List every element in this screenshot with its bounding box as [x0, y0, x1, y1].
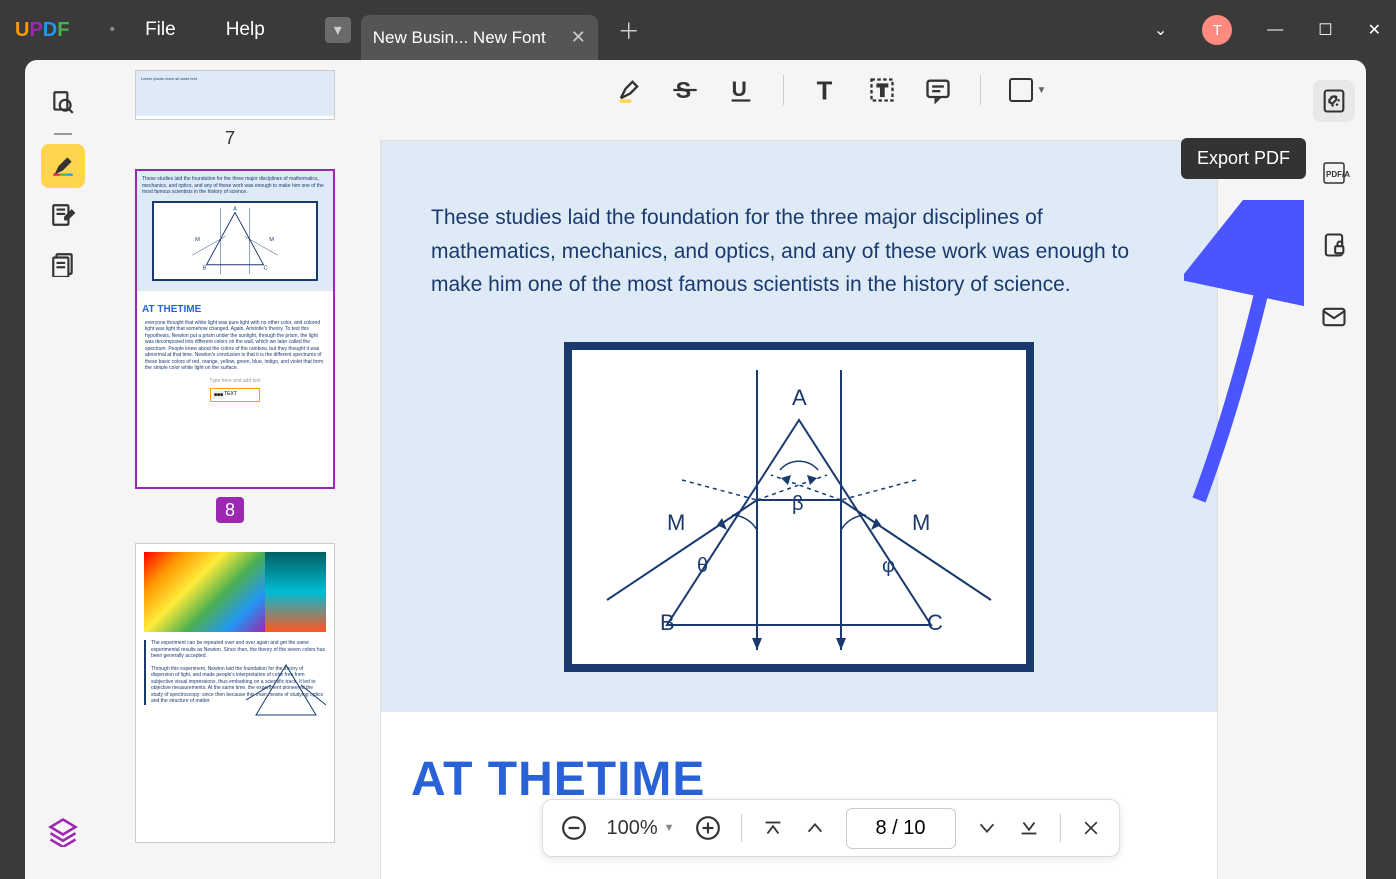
main-container: Lorem ipsum dolor sit amet text 7 These … — [25, 60, 1366, 879]
underline-icon[interactable]: U — [727, 76, 755, 104]
highlighter-icon[interactable] — [615, 76, 643, 104]
close-toolbar-button[interactable] — [1081, 818, 1101, 838]
edit-tool[interactable] — [41, 193, 85, 237]
thumbnails-panel: Lorem ipsum dolor sit amet text 7 These … — [100, 60, 360, 879]
svg-text:φ: φ — [882, 555, 895, 577]
share-button[interactable] — [1313, 296, 1355, 338]
divider-dot: • — [109, 21, 115, 39]
menu-help[interactable]: Help — [226, 19, 265, 41]
close-button[interactable]: ✕ — [1368, 20, 1381, 40]
svg-text:θ: θ — [697, 555, 708, 577]
thumbnail-number-7: 7 — [135, 128, 325, 149]
thumbnail-7[interactable]: Lorem ipsum dolor sit amet text — [135, 70, 335, 120]
export-pdf-button[interactable] — [1313, 80, 1355, 122]
last-page-button[interactable] — [1018, 817, 1040, 839]
text-icon[interactable]: T — [812, 76, 840, 104]
layers-button[interactable] — [41, 810, 85, 854]
svg-text:C: C — [264, 265, 268, 271]
export-tooltip: Export PDF — [1181, 138, 1306, 179]
app-logo: UPDF — [15, 19, 69, 42]
sidebar-separator — [54, 133, 72, 135]
title-bar: UPDF • File Help ▾ New Busin... New Font… — [0, 0, 1396, 60]
svg-text:M: M — [195, 237, 200, 243]
svg-text:A: A — [792, 385, 807, 410]
first-page-button[interactable] — [762, 817, 784, 839]
svg-text:T: T — [816, 77, 832, 104]
document-scroll[interactable]: These studies laid the foundation for th… — [360, 120, 1301, 879]
svg-text:PDF/A: PDF/A — [1326, 170, 1350, 179]
search-tool[interactable] — [41, 80, 85, 124]
document-area: S U T T ▼ These studies laid the foundat… — [360, 60, 1301, 879]
svg-text:M: M — [912, 510, 930, 535]
zoom-out-button[interactable] — [560, 815, 586, 841]
pdfa-button[interactable]: PDF/A — [1313, 152, 1355, 194]
svg-text:B: B — [203, 265, 207, 271]
minimize-button[interactable]: — — [1267, 21, 1283, 39]
intro-paragraph: These studies laid the foundation for th… — [431, 201, 1167, 302]
page-8: These studies laid the foundation for th… — [380, 140, 1218, 879]
prism-diagram: A B C M M β θ φ — [564, 342, 1034, 672]
tab-active[interactable]: New Busin... New Font ✕ — [361, 15, 598, 60]
svg-text:β: β — [792, 493, 804, 515]
thumbnail-8[interactable]: These studies laid the foundation for th… — [135, 169, 335, 489]
fill-color-button[interactable]: ▼ — [1009, 78, 1047, 102]
svg-text:T: T — [877, 82, 887, 100]
new-tab-button[interactable]: ＋ — [618, 14, 640, 46]
svg-text:M: M — [269, 237, 274, 243]
note-icon[interactable] — [924, 76, 952, 104]
highlight-tool[interactable] — [41, 144, 85, 188]
toolbar-separator — [980, 75, 981, 105]
user-avatar[interactable]: T — [1202, 15, 1232, 45]
zoom-level[interactable]: 100%▼ — [606, 817, 674, 840]
pages-tool[interactable] — [41, 242, 85, 286]
tab-title: New Busin... New Font — [373, 28, 546, 48]
textbox-icon[interactable]: T — [868, 76, 896, 104]
svg-text:M: M — [667, 510, 685, 535]
chevron-down-icon[interactable]: ⌄ — [1154, 20, 1167, 40]
svg-text:B: B — [660, 610, 675, 635]
svg-text:C: C — [927, 610, 943, 635]
right-sidebar: PDF/A — [1301, 60, 1366, 879]
left-sidebar — [25, 60, 100, 879]
page-number-input[interactable] — [846, 808, 956, 849]
next-page-button[interactable] — [976, 817, 998, 839]
tab-close-icon[interactable]: ✕ — [571, 27, 586, 48]
protect-button[interactable] — [1313, 224, 1355, 266]
svg-text:A: A — [233, 206, 237, 212]
annotation-arrow — [1184, 200, 1304, 510]
svg-text:U: U — [731, 78, 746, 101]
annotation-toolbar: S U T T ▼ — [360, 60, 1301, 120]
prev-page-button[interactable] — [804, 817, 826, 839]
maximize-button[interactable]: ☐ — [1318, 20, 1332, 40]
strikethrough-icon[interactable]: S — [671, 76, 699, 104]
page-heading: AT THETIME — [381, 712, 1217, 807]
thumbnail-9[interactable]: The experiment can be repeated over and … — [135, 543, 335, 843]
bottom-toolbar: 100%▼ — [541, 799, 1119, 857]
tab-bar: ▾ New Busin... New Font ✕ ＋ — [325, 0, 640, 60]
thumbnail-number-8: 8 — [216, 497, 244, 523]
tab-list-dropdown[interactable]: ▾ — [325, 17, 351, 43]
menu-file[interactable]: File — [145, 19, 176, 41]
zoom-in-button[interactable] — [695, 815, 721, 841]
toolbar-separator — [783, 75, 784, 105]
